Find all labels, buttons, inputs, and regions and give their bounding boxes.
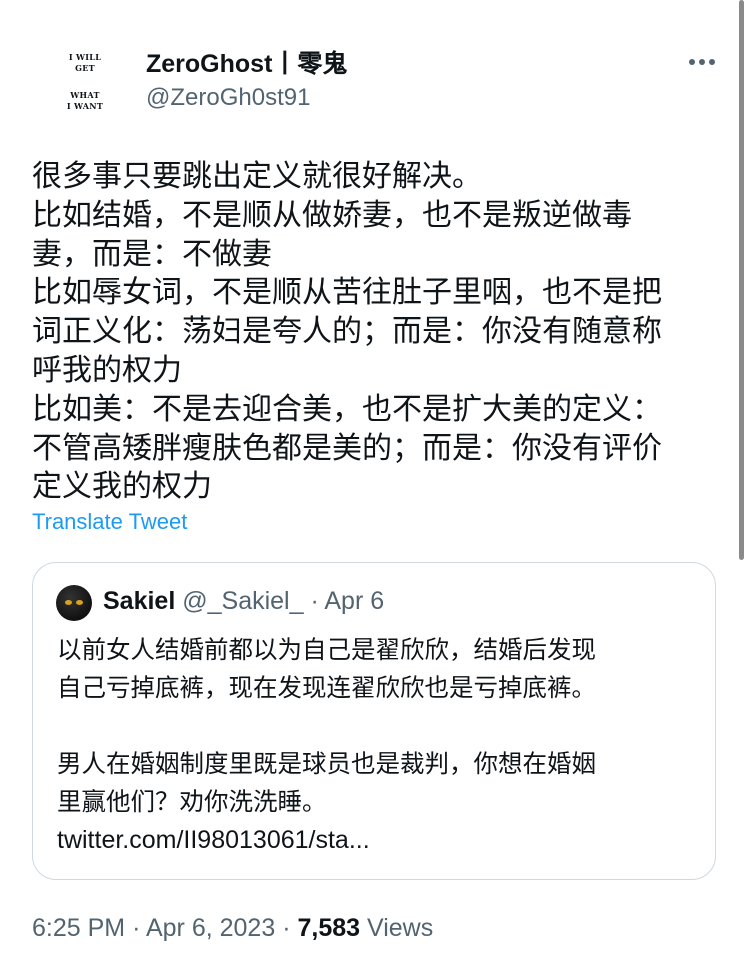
tweet-text-line: 比如结婚，不是顺从做娇妻，也不是叛逆做毒 — [32, 197, 632, 233]
more-dot — [689, 59, 695, 65]
quoted-tweet-date[interactable]: Apr 6 — [324, 587, 384, 615]
quoted-text-line: 男人在婚姻制度里既是球员也是裁判，你想在婚姻 — [57, 749, 596, 778]
meta-separator: · — [132, 914, 141, 942]
quoted-tweet-meta: Sakiel @_Sakiel_ · Apr 6 — [103, 587, 384, 616]
avatar-text-line: GET — [75, 63, 95, 73]
tweet-time[interactable]: 6:25 PM — [32, 914, 125, 942]
quoted-tweet-card[interactable]: Sakiel @_Sakiel_ · Apr 6 以前女人结婚前都以为自己是翟欣… — [32, 562, 716, 880]
avatar-text-line: WHAT — [70, 90, 100, 100]
more-dot — [699, 59, 705, 65]
avatar-text-line: I WILL — [68, 52, 102, 62]
scrollbar[interactable] — [739, 0, 744, 560]
more-dot — [709, 59, 715, 65]
quoted-text-line: 里赢他们？劝你洗洗睡。 — [57, 787, 327, 816]
quoted-author-handle[interactable]: @_Sakiel_ — [182, 587, 303, 615]
tweet-text-line: 比如美：不是去迎合美，也不是扩大美的定义： — [32, 391, 662, 427]
tweet-text-line: 定义我的权力 — [32, 469, 212, 505]
quoted-text-blank-line — [57, 707, 697, 745]
meta-separator: · — [282, 914, 291, 942]
meta-separator: · — [310, 587, 319, 615]
tweet-text-line: 词正义化：荡妇是夸人的；而是：你没有随意称 — [32, 314, 662, 350]
author-display-name[interactable]: ZeroGhost丨零鬼 — [146, 44, 347, 80]
cat-eye-icon — [65, 600, 72, 605]
tweet: I WILL GET WHAT I WANT ZeroGhost丨零鬼 @Zer… — [0, 0, 750, 969]
quoted-text-line: 自己亏掉底裤，现在发现连翟欣欣也是亏掉底裤。 — [57, 673, 596, 702]
views-label: Views — [366, 914, 434, 942]
quoted-tweet-text: 以前女人结婚前都以为自己是翟欣欣，结婚后发现 自己亏掉底裤，现在发现连翟欣欣也是… — [57, 631, 697, 859]
more-horizontal-icon[interactable] — [682, 48, 722, 76]
tweet-date[interactable]: Apr 6, 2023 — [146, 914, 275, 942]
quoted-author-name[interactable]: Sakiel — [103, 587, 175, 615]
views-count: 7,583 — [297, 914, 361, 942]
author-handle[interactable]: @ZeroGh0st91 — [146, 84, 310, 112]
quoted-tweet-link[interactable]: twitter.com/II98013061/sta... — [57, 821, 697, 859]
tweet-text-line: 呼我的权力 — [32, 352, 182, 388]
quoted-author-avatar[interactable] — [56, 585, 92, 621]
tweet-text-line: 很多事只要跳出定义就很好解决。 — [32, 159, 482, 194]
cat-eye-icon — [76, 600, 83, 605]
tweet-footer: 6:25 PM · Apr 6, 2023 · 7,583 Views — [32, 914, 433, 943]
avatar-text-line: I WANT — [66, 101, 104, 111]
tweet-text: 很多事只要跳出定义就很好解决。 比如结婚，不是顺从做娇妻，也不是叛逆做毒 妻，而… — [32, 158, 732, 507]
tweet-text-line: 比如辱女词，不是顺从苦往肚子里咽，也不是把 — [32, 275, 662, 311]
tweet-text-line: 妻，而是：不做妻 — [32, 236, 272, 272]
tweet-text-line: 不管高矮胖瘦肤色都是美的；而是：你没有评价 — [32, 430, 662, 466]
quoted-text-line: 以前女人结婚前都以为自己是翟欣欣，结婚后发现 — [57, 635, 596, 664]
author-avatar[interactable]: I WILL GET WHAT I WANT — [48, 40, 122, 124]
translate-tweet-link[interactable]: Translate Tweet — [32, 509, 187, 535]
